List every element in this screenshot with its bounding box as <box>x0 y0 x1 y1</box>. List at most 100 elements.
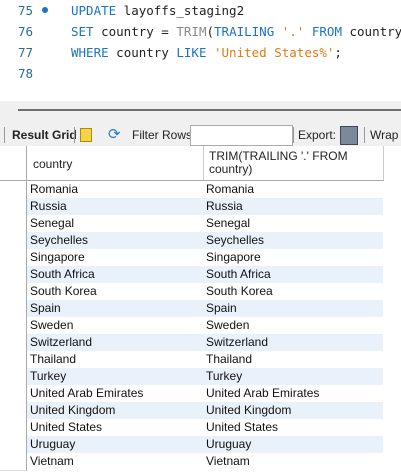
column-header-trim[interactable]: TRIM(TRAILING '.' FROM country) <box>204 146 384 181</box>
code-token: TRIM <box>176 24 207 39</box>
separator <box>364 127 365 143</box>
cell-trimmed[interactable]: United States <box>206 419 278 436</box>
row-header[interactable] <box>0 385 27 403</box>
cell-country[interactable]: South Africa <box>30 266 95 283</box>
separator <box>293 127 294 143</box>
cell-country[interactable]: Uruguay <box>30 436 75 453</box>
table-row[interactable]: Sweden Sweden <box>0 317 383 335</box>
row-header-corner <box>0 146 27 181</box>
cell-country[interactable]: Spain <box>30 300 61 317</box>
cell-trimmed[interactable]: Romania <box>206 181 254 198</box>
code-line[interactable]: 76 SET country = TRIM(TRAILING '.' FROM c… <box>0 21 401 42</box>
table-row[interactable]: United Arab Emirates United Arab Emirates <box>0 385 383 403</box>
table-row[interactable]: Russia Russia <box>0 198 383 216</box>
row-header[interactable] <box>0 436 27 454</box>
cell-trimmed[interactable]: Russia <box>206 198 243 215</box>
code-text: UPDATE layoffs_staging2 <box>71 0 244 21</box>
row-header[interactable] <box>0 198 27 216</box>
table-row[interactable]: United States United States <box>0 419 383 437</box>
cell-trimmed[interactable]: Sweden <box>206 317 249 334</box>
table-row[interactable]: Senegal Senegal <box>0 215 383 233</box>
table-row[interactable]: Romania Romania <box>0 181 383 199</box>
cell-country[interactable]: South Korea <box>30 283 97 300</box>
cell-trimmed[interactable]: Thailand <box>206 351 252 368</box>
row-header[interactable] <box>0 181 27 199</box>
cell-country[interactable]: Senegal <box>30 215 74 232</box>
cell-trimmed[interactable]: Vietnam <box>206 453 250 470</box>
cell-country[interactable]: Turkey <box>30 368 66 385</box>
cell-trimmed[interactable]: Uruguay <box>206 436 251 453</box>
cell-country[interactable]: United Arab Emirates <box>30 385 143 402</box>
table-row[interactable]: Spain Spain <box>0 300 383 318</box>
row-header[interactable] <box>0 266 27 284</box>
code-line[interactable]: 75 UPDATE layoffs_staging2 <box>0 0 401 21</box>
table-row[interactable]: Turkey Turkey <box>0 368 383 386</box>
cell-trimmed[interactable]: Senegal <box>206 215 250 232</box>
row-header[interactable] <box>0 249 27 267</box>
row-header[interactable] <box>0 368 27 386</box>
column-header-country[interactable]: country <box>27 146 204 181</box>
cell-trimmed[interactable]: Spain <box>206 300 237 317</box>
table-row[interactable]: Vietnam Vietnam <box>0 453 383 471</box>
export-save-icon[interactable] <box>340 126 358 145</box>
table-row[interactable]: Thailand Thailand <box>0 351 383 369</box>
cell-country[interactable]: Seychelles <box>30 232 88 249</box>
code-text: WHERE country LIKE 'United States%'; <box>71 42 342 63</box>
table-row[interactable]: Uruguay Uruguay <box>0 436 383 454</box>
cell-country[interactable]: United Kingdom <box>30 402 115 419</box>
cell-country[interactable]: Sweden <box>30 317 73 334</box>
cell-trimmed[interactable]: South Korea <box>206 283 273 300</box>
cell-trimmed[interactable]: United Arab Emirates <box>206 385 319 402</box>
cell-country[interactable]: Russia <box>30 198 67 215</box>
code-token: WHERE <box>71 45 109 60</box>
row-header[interactable] <box>0 453 27 471</box>
refresh-icon[interactable]: ⟳ <box>108 125 121 145</box>
table-row[interactable]: Seychelles Seychelles <box>0 232 383 250</box>
filter-rows-label: Filter Rows: <box>132 128 196 142</box>
separator <box>74 127 75 143</box>
row-header[interactable] <box>0 232 27 250</box>
cell-country[interactable]: Romania <box>30 181 78 198</box>
cell-trimmed[interactable]: Singapore <box>206 249 261 266</box>
cell-country[interactable]: United States <box>30 419 102 436</box>
table-row[interactable]: South Africa South Africa <box>0 266 383 284</box>
code-line[interactable]: 77 WHERE country LIKE 'United States%'; <box>0 42 401 63</box>
code-token: ; <box>334 45 342 60</box>
row-header[interactable] <box>0 419 27 437</box>
line-number: 78 <box>18 66 34 81</box>
pane-splitter[interactable] <box>18 109 401 111</box>
row-header[interactable] <box>0 402 27 420</box>
cell-country[interactable]: Switzerland <box>30 334 92 351</box>
export-label: Export: <box>298 128 337 142</box>
code-token: TRAILING <box>214 24 275 39</box>
cell-country[interactable]: Vietnam <box>30 453 74 470</box>
code-line[interactable]: 78 <box>0 63 401 84</box>
row-header[interactable] <box>0 334 27 352</box>
cell-trimmed[interactable]: Switzerland <box>206 334 268 351</box>
form-editor-icon[interactable] <box>80 128 92 142</box>
cell-trimmed[interactable]: Turkey <box>206 368 242 385</box>
cell-trimmed[interactable]: South Africa <box>206 266 271 283</box>
row-header[interactable] <box>0 317 27 335</box>
sql-editor[interactable]: 75 UPDATE layoffs_staging2 76 SET country =… <box>0 0 401 101</box>
row-header[interactable] <box>0 215 27 233</box>
code-token: LIKE <box>176 45 207 60</box>
row-header[interactable] <box>0 300 27 318</box>
table-row[interactable]: Singapore Singapore <box>0 249 383 267</box>
filter-rows-input[interactable] <box>190 125 293 146</box>
statement-marker-icon <box>42 7 48 13</box>
cell-country[interactable]: Singapore <box>30 249 85 266</box>
cell-country[interactable]: Thailand <box>30 351 76 368</box>
line-number: 77 <box>18 45 34 60</box>
result-toolbar: Result Grid ⟳ Filter Rows: Export: Wrap … <box>0 125 401 162</box>
code-token: UPDATE <box>71 3 117 18</box>
table-row[interactable]: United Kingdom United Kingdom <box>0 402 383 420</box>
row-header[interactable] <box>0 351 27 369</box>
result-grid-tab[interactable]: Result Grid <box>12 125 77 145</box>
table-row[interactable]: Switzerland Switzerland <box>0 334 383 352</box>
row-header[interactable] <box>0 283 27 301</box>
result-grid: country TRIM(TRAILING '.' FROM country) … <box>0 146 401 472</box>
cell-trimmed[interactable]: United Kingdom <box>206 402 291 419</box>
table-row[interactable]: South Korea South Korea <box>0 283 383 301</box>
cell-trimmed[interactable]: Seychelles <box>206 232 264 249</box>
